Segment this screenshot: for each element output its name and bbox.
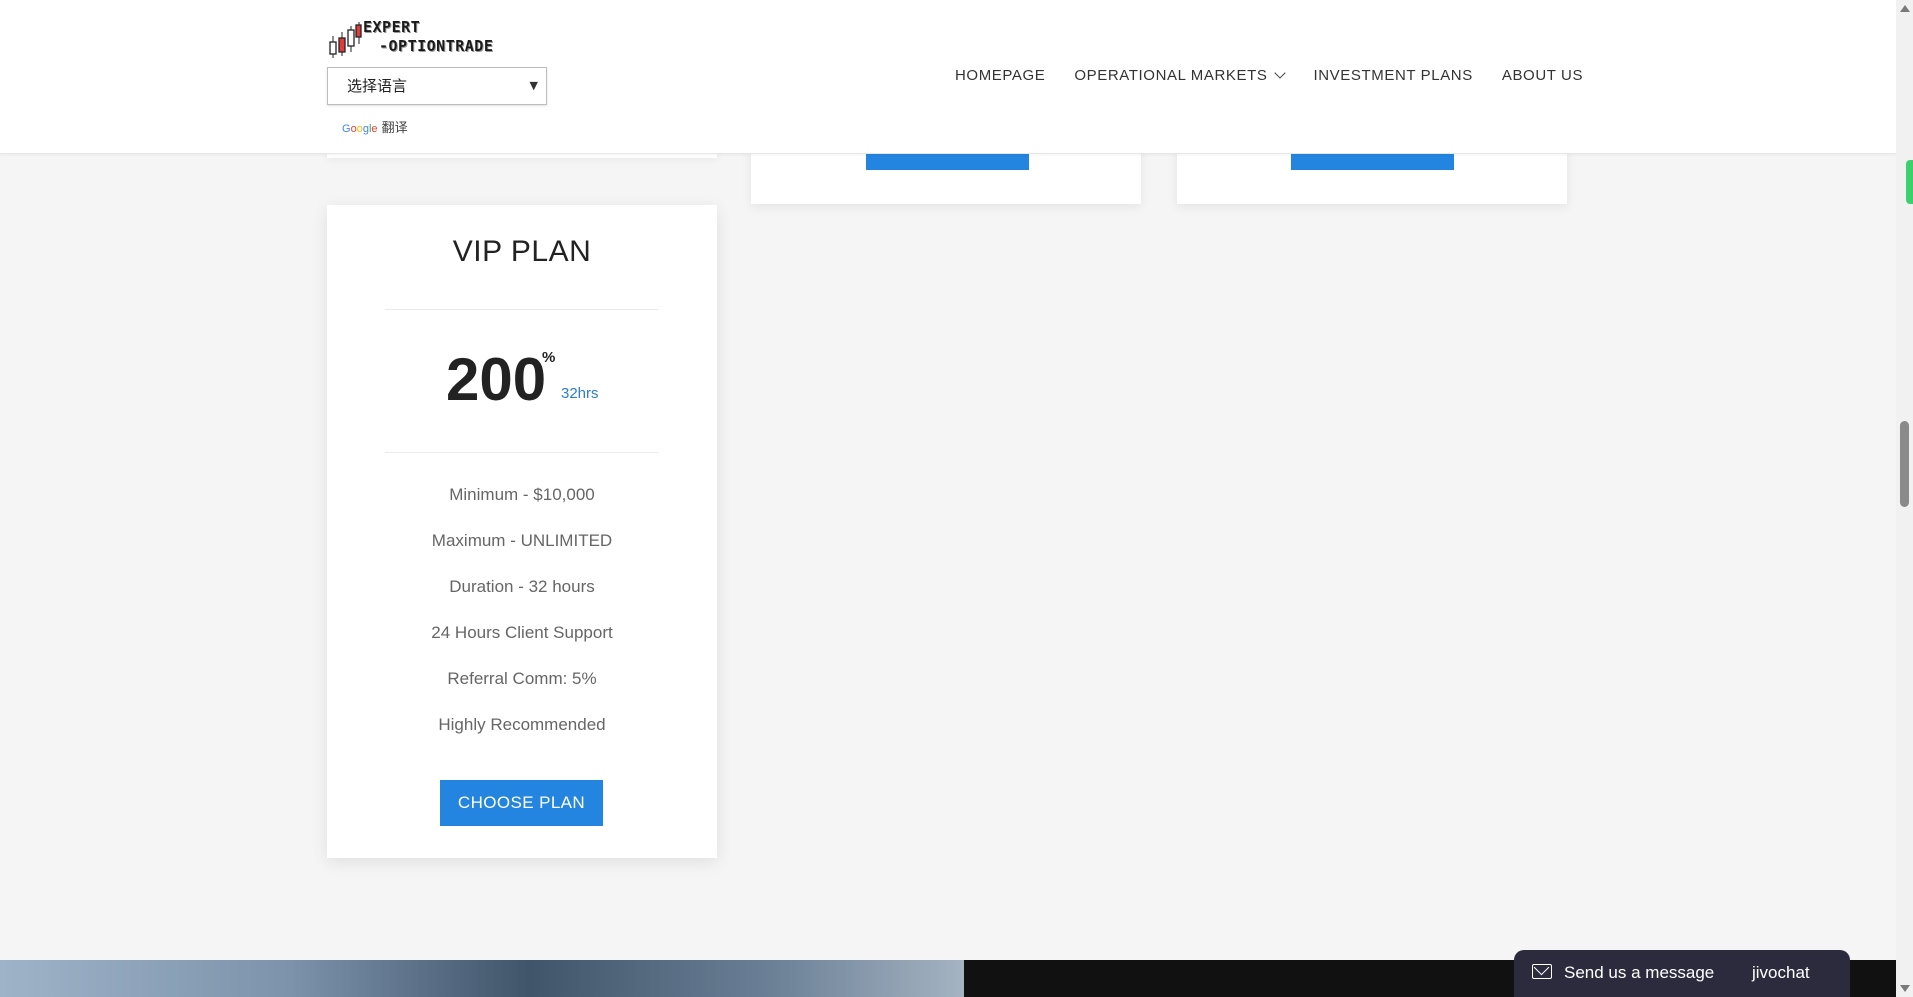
- plan-feature: Highly Recommended: [438, 715, 606, 734]
- nav-about-us[interactable]: ABOUT US: [1502, 67, 1583, 84]
- choose-plan-button[interactable]: CHOOSE PLAN: [440, 780, 603, 826]
- nav-homepage[interactable]: HOMEPAGE: [955, 67, 1045, 84]
- plan-duration-short: 32hrs: [561, 385, 599, 402]
- chat-widget[interactable]: Send us a message jivochat: [1514, 950, 1850, 997]
- site-header: EXPERT -OPTIONTRADE 选择语言 ▼ Google 翻译 HOM…: [0, 0, 1896, 154]
- section-image: [0, 960, 964, 997]
- nav-operational-markets[interactable]: OPERATIONAL MARKETS: [1074, 67, 1287, 84]
- side-indicator: [1906, 160, 1913, 204]
- page-scrollbar[interactable]: [1896, 0, 1913, 997]
- plan-feature: Duration - 32 hours: [449, 577, 595, 596]
- scrollbar-thumb[interactable]: [1900, 421, 1909, 507]
- main-nav: HOMEPAGE OPERATIONAL MARKETS INVESTMENT …: [955, 67, 1612, 84]
- language-select[interactable]: 选择语言 ▼: [327, 67, 547, 105]
- chat-brand: jivochat: [1752, 963, 1810, 982]
- chevron-down-icon: ▼: [529, 79, 538, 92]
- google-translate-credit[interactable]: Google 翻译: [342, 117, 408, 136]
- nav-investment-plans[interactable]: INVESTMENT PLANS: [1313, 67, 1472, 84]
- plan-feature: 24 Hours Client Support: [431, 623, 613, 642]
- chevron-down-icon: [1274, 67, 1287, 79]
- plan-features: Minimum - $10,000 Maximum - UNLIMITED Du…: [327, 485, 717, 761]
- scroll-down-arrow-icon[interactable]: [1900, 985, 1910, 992]
- language-select-value: 选择语言: [347, 77, 408, 95]
- plan-feature: Referral Comm: 5%: [447, 669, 597, 688]
- plan-title: VIP PLAN: [452, 235, 592, 268]
- scroll-up-arrow-icon[interactable]: [1900, 5, 1910, 12]
- logo-text-line2: -OPTIONTRADE: [379, 37, 494, 55]
- site-logo[interactable]: EXPERT -OPTIONTRADE: [327, 18, 494, 60]
- nav-operational-markets-label: OPERATIONAL MARKETS: [1074, 67, 1268, 84]
- plan-rate: 200: [446, 346, 547, 413]
- chat-widget-label: Send us a message: [1564, 963, 1715, 982]
- vip-plan-card: VIP PLAN 200 % 32hrs Minimum - $10,000 M…: [327, 205, 717, 858]
- plan-feature: Minimum - $10,000: [449, 485, 595, 504]
- google-wordmark: Google: [342, 123, 378, 135]
- plan-rate-unit: %: [542, 349, 556, 366]
- translate-label: 翻译: [381, 121, 408, 136]
- logo-text-line1: EXPERT: [363, 18, 421, 36]
- divider: [385, 452, 659, 453]
- envelope-icon: [1532, 964, 1552, 979]
- plan-feature: Maximum - UNLIMITED: [431, 531, 613, 550]
- candlestick-icon: [329, 22, 362, 58]
- divider: [385, 309, 659, 310]
